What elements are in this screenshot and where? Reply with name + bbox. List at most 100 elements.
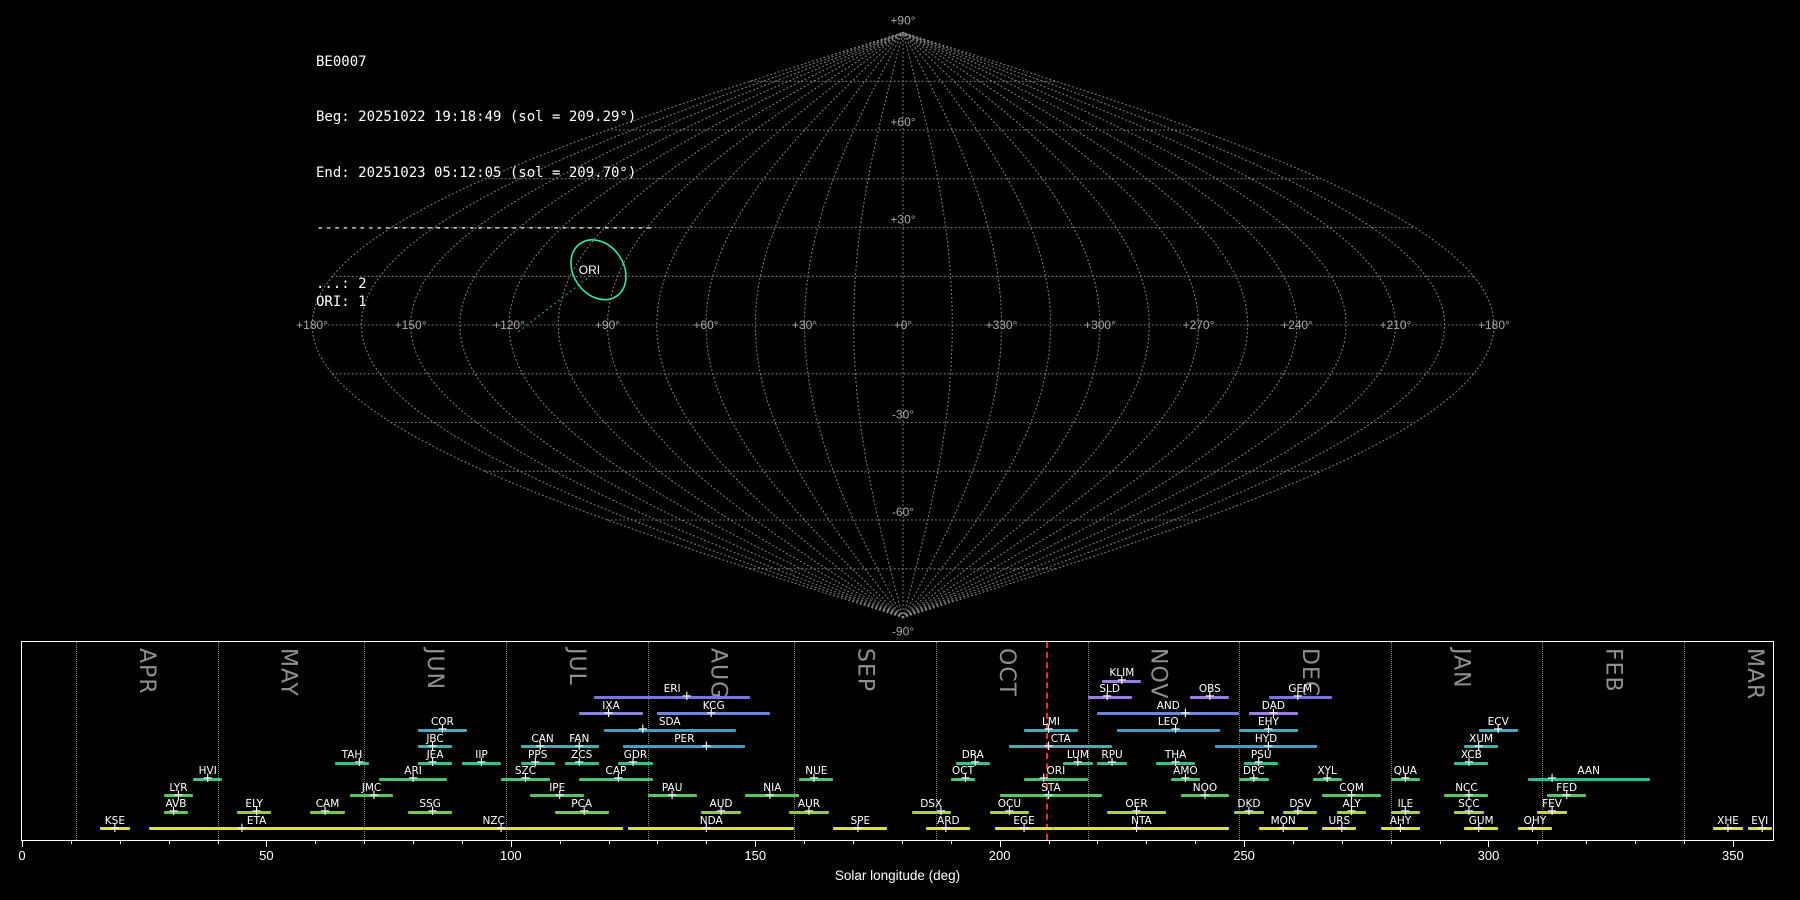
major-tick (755, 840, 757, 847)
minor-tick (1097, 840, 1099, 844)
shower-peak-marker: + (1248, 771, 1260, 787)
shower-peak-marker: + (1546, 804, 1558, 820)
shower-peak-marker: + (700, 738, 712, 754)
shower-peak-marker: + (1199, 787, 1211, 803)
shower-peak-marker: + (808, 771, 820, 787)
shower-peak-marker: + (319, 804, 331, 820)
shower-peak-marker: + (236, 820, 248, 836)
month-gridline (364, 642, 366, 840)
minor-tick (70, 840, 72, 844)
month-label: JAN (1448, 648, 1474, 689)
minor-tick (853, 840, 854, 844)
minor-tick (119, 840, 121, 844)
shower-peak-marker: + (681, 689, 693, 705)
month-gridline (505, 642, 507, 840)
minor-tick (657, 840, 659, 844)
shower-peak-marker: + (1243, 804, 1255, 820)
minor-tick (901, 840, 903, 844)
shower-peak-marker: + (1204, 689, 1216, 705)
minor-tick (1292, 840, 1294, 844)
shower-peak-marker: + (705, 705, 717, 721)
shower-peak-marker: + (612, 771, 624, 787)
shower-peak-marker: + (1018, 820, 1030, 836)
shower-peak-marker: + (637, 722, 649, 738)
major-tick (266, 840, 268, 847)
begin-time: Beg: 20251022 19:18:49 (sol = 209.29°) (316, 109, 637, 126)
tick-label: 100 (499, 848, 522, 863)
latitude-label: +60° (890, 115, 915, 129)
shower-peak-marker: + (476, 755, 487, 770)
minor-tick (706, 840, 708, 844)
month-label: JUN (422, 648, 448, 691)
shower-peak-marker: + (368, 787, 380, 803)
shower-peak-marker: + (1043, 738, 1054, 754)
month-label: AUG (705, 648, 731, 700)
minor-tick (413, 840, 415, 844)
shower-peak-marker: + (666, 787, 678, 803)
minor-tick (1684, 840, 1685, 844)
minor-tick (1146, 840, 1148, 844)
shower-peak-marker: + (1131, 820, 1142, 836)
shower-peak-marker: + (495, 820, 507, 836)
shower-peak-marker: + (1277, 820, 1289, 836)
minor-tick (1439, 840, 1441, 844)
month-gridline (217, 642, 219, 840)
longitude-label: +210° (1380, 318, 1412, 332)
major-tick (1244, 840, 1246, 847)
month-label: MAR (1742, 648, 1767, 701)
shower-peak-marker: + (427, 804, 439, 820)
month-label: SEP (852, 648, 878, 693)
tick-label: 150 (744, 848, 767, 863)
minor-tick (1390, 840, 1392, 844)
shower-peak-marker: + (1336, 820, 1348, 836)
shower-peak-marker: + (1561, 787, 1573, 803)
minor-tick (1635, 840, 1637, 844)
longitude-label: +270° (1183, 318, 1215, 332)
minor-tick (1586, 840, 1588, 844)
month-label: OCT (994, 648, 1020, 698)
tick-label: 50 (259, 848, 274, 863)
end-time: End: 20251023 05:12:05 (sol = 209.70°) (316, 164, 637, 181)
shower-bar (364, 827, 624, 831)
shower-peak-marker: + (109, 820, 121, 836)
shower-peak-marker: + (1527, 820, 1538, 836)
latitude-label: -60° (892, 505, 914, 519)
major-tick (999, 840, 1001, 847)
longitude-label: +180° (1478, 318, 1510, 332)
minor-tick (461, 840, 463, 844)
x-axis-label: Solar longitude (deg) (834, 868, 961, 883)
month-gridline (647, 642, 649, 840)
minor-tick (804, 840, 806, 844)
minor-tick (1341, 840, 1343, 844)
tick-label: 300 (1477, 848, 1500, 863)
shower-bar (1097, 712, 1240, 716)
record-id: BE0007 (316, 53, 367, 70)
shower-code-label: AAN (1577, 765, 1600, 778)
shower-peak-marker: + (427, 755, 439, 770)
shower-peak-marker: + (1179, 771, 1191, 787)
shower-peak-marker: + (627, 755, 639, 770)
sky-map-projection: +90°+60°+30°-30°-60°-90°+180° +150° +120° +… (296, 14, 1510, 639)
month-label: JUL (563, 648, 589, 686)
activity-timeline-chart: Solar longitude (deg) APR MAY JUN JUL AUG SEP… (18, 641, 1774, 883)
shower-peak-marker: + (1756, 820, 1768, 836)
shower-bar (149, 827, 365, 831)
month-gridline (75, 642, 77, 840)
shower-peak-marker: + (168, 804, 179, 820)
shower-peak-marker: + (803, 804, 815, 820)
latitude-label: -90° (892, 625, 914, 639)
shower-peak-marker: + (1463, 755, 1475, 770)
major-tick (1488, 840, 1490, 847)
shower-peak-marker: + (1473, 820, 1485, 836)
month-gridline (1087, 642, 1089, 840)
longitude-label: +330° (986, 318, 1018, 332)
month-label: MAY (275, 648, 301, 697)
month-label: FEB (1600, 648, 1626, 693)
count-line: ORI: 1 (316, 294, 367, 311)
shower-bar (623, 745, 746, 749)
month-gridline (1684, 642, 1685, 840)
shower-bar (603, 728, 736, 732)
shower-code-label: ETA (246, 814, 267, 827)
shower-code-label: ERI (663, 683, 681, 696)
shower-peak-marker: + (603, 705, 615, 721)
